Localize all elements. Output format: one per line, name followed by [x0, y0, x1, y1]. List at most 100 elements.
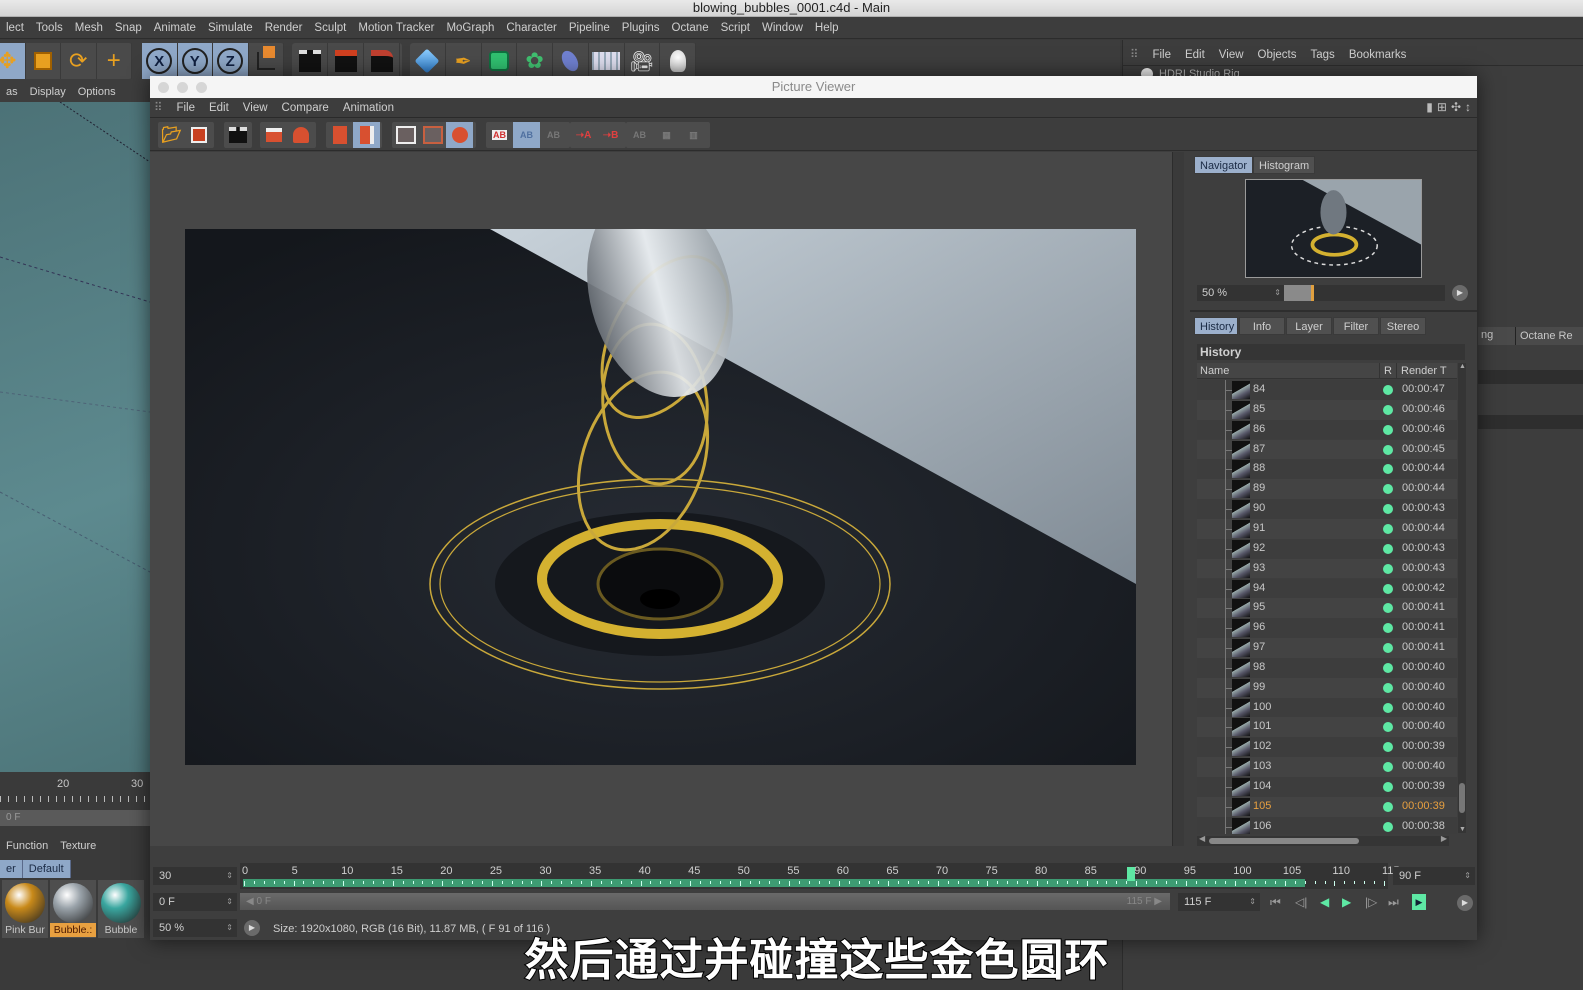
menu-item-window[interactable]: Window [756, 17, 809, 39]
history-row[interactable]: 103 00:00:40 [1197, 757, 1457, 778]
history-vertical-scrollbar[interactable]: ▲ ▼ [1458, 363, 1466, 833]
menu-item-tools[interactable]: Tools [30, 17, 69, 39]
swap-ab-button[interactable]: AB [626, 122, 653, 148]
filter-list-button[interactable] [353, 122, 380, 148]
history-row[interactable]: 95 00:00:41 [1197, 598, 1457, 619]
close-button[interactable] [158, 82, 169, 93]
divider[interactable] [1172, 152, 1184, 846]
scroll-left-icon[interactable]: ◀ [1199, 834, 1205, 843]
hscroll-thumb[interactable] [1209, 838, 1359, 844]
pv-menu-file[interactable]: File [169, 98, 202, 118]
render-picture-viewer-button[interactable] [328, 43, 364, 79]
object-menu-tags[interactable]: Tags [1304, 44, 1342, 66]
loop-button[interactable]: ▶ [1412, 894, 1426, 910]
end-frame-field[interactable]: 115 F ⇕ [1178, 893, 1260, 911]
tab-history[interactable]: History [1194, 317, 1238, 335]
timeline-menu-button[interactable]: ▶ [1457, 895, 1473, 911]
ab-disabled-button[interactable]: AB [540, 122, 567, 148]
cube-button[interactable] [410, 43, 446, 79]
tab-stereo[interactable]: Stereo [1380, 317, 1426, 335]
render-view-button[interactable] [292, 43, 328, 79]
minimize-button[interactable] [177, 82, 188, 93]
history-row[interactable]: 100 00:00:40 [1197, 697, 1457, 718]
delete-button[interactable] [326, 122, 353, 148]
menu-item-plugins[interactable]: Plugins [616, 17, 666, 39]
pen-button[interactable]: ✒ [446, 43, 482, 79]
attr-tab-octane[interactable]: Octane Re [1515, 327, 1583, 345]
history-row[interactable]: 88 00:00:44 [1197, 459, 1457, 480]
scroll-right-icon[interactable]: ▶ [1441, 834, 1447, 843]
history-row[interactable]: 87 00:00:45 [1197, 439, 1457, 460]
navigator-zoom-slider[interactable] [1284, 285, 1445, 301]
deformer-button[interactable] [553, 43, 589, 79]
next-frame-button[interactable]: |▷ [1365, 895, 1377, 909]
material-swatch[interactable]: Bubble [98, 880, 144, 938]
frame-range-slider[interactable]: ◀ 0 F 115 F ▶ [240, 893, 1170, 910]
menu-item-lect[interactable]: lect [0, 17, 30, 39]
open-button[interactable]: 📂︎ [158, 122, 185, 148]
menu-item-snap[interactable]: Snap [109, 17, 148, 39]
y-axis-button[interactable]: Y [177, 43, 213, 79]
frame-ruler[interactable]: 0 5 10 15 20 25 30 35 40 45 50 55 60 65 70 75 80 85 90 95 10… [240, 863, 1400, 889]
set-b-button[interactable]: ➝B [597, 122, 624, 148]
play-forward-button[interactable]: ▶ [1342, 895, 1351, 909]
subdivision-button[interactable] [482, 43, 518, 79]
history-row[interactable]: 90 00:00:43 [1197, 499, 1457, 520]
menu-item-animate[interactable]: Animate [148, 17, 202, 39]
menu-item-motion-tracker[interactable]: Motion Tracker [352, 17, 440, 39]
render-settings-button[interactable] [364, 43, 400, 79]
z-axis-button[interactable]: Z [213, 43, 249, 79]
x-axis-button[interactable]: X [142, 43, 178, 79]
history-row[interactable]: 84 00:00:47 [1197, 380, 1457, 400]
col-name[interactable]: Name [1200, 363, 1229, 379]
object-menu-bookmarks[interactable]: Bookmarks [1342, 44, 1414, 66]
rotate-tool-button[interactable]: ⟳ [61, 43, 97, 79]
history-row[interactable]: 104 00:00:39 [1197, 777, 1457, 797]
image-canvas[interactable] [150, 152, 1172, 846]
history-row[interactable]: 102 00:00:39 [1197, 737, 1457, 758]
start-frame-field[interactable]: 0 F ⇕ [153, 893, 237, 911]
object-menu-edit[interactable]: Edit [1178, 44, 1212, 66]
menu-item-script[interactable]: Script [715, 17, 756, 39]
range-right-arrow-icon[interactable]: ▶ [1154, 896, 1162, 907]
go-to-start-button[interactable]: ⏮ [1270, 895, 1281, 910]
pv-menu-view[interactable]: View [236, 98, 275, 118]
history-row[interactable]: 89 00:00:44 [1197, 479, 1457, 500]
import-button[interactable] [260, 122, 287, 148]
play-backward-button[interactable]: ◀ [1320, 895, 1329, 909]
current-frame-field[interactable]: 90 F ⇕ [1393, 867, 1475, 885]
scale-tool-button[interactable] [26, 43, 61, 79]
menu-item-render[interactable]: Render [259, 17, 309, 39]
resize-icon[interactable]: ↕ [1465, 100, 1471, 114]
history-row[interactable]: 94 00:00:42 [1197, 578, 1457, 599]
history-row[interactable]: 92 00:00:43 [1197, 538, 1457, 559]
material-menu-texture[interactable]: Texture [54, 836, 102, 856]
object-menu-file[interactable]: File [1145, 44, 1178, 66]
col-render-time[interactable]: Render T [1396, 363, 1447, 379]
coordinate-system-button[interactable] [249, 43, 284, 79]
tab-navigator[interactable]: Navigator [1194, 156, 1254, 174]
slider-handle[interactable] [1311, 285, 1315, 301]
save-button[interactable] [185, 122, 212, 148]
col-r[interactable]: R [1379, 363, 1392, 379]
material-swatch[interactable]: Pink Bur [2, 880, 48, 938]
add-tool-button[interactable]: + [97, 43, 132, 79]
object-menu-view[interactable]: View [1212, 44, 1251, 66]
fps-field[interactable]: 30 ⇕ [153, 867, 237, 885]
history-row[interactable]: 99 00:00:40 [1197, 677, 1457, 698]
display-region-button[interactable] [419, 122, 446, 148]
history-row[interactable]: 86 00:00:46 [1197, 419, 1457, 440]
scroll-thumb[interactable] [1459, 783, 1465, 813]
history-horizontal-scrollbar[interactable]: ◀ ▶ [1197, 834, 1449, 846]
light-button[interactable] [660, 43, 696, 79]
single-view-icon[interactable]: ▮ [1426, 100, 1433, 114]
history-row[interactable]: 91 00:00:44 [1197, 518, 1457, 539]
menu-item-mesh[interactable]: Mesh [69, 17, 109, 39]
tab-filter[interactable]: Filter [1333, 317, 1379, 335]
pv-menu-edit[interactable]: Edit [202, 98, 236, 118]
material-menu-function[interactable]: Function [0, 836, 54, 856]
menu-item-mograph[interactable]: MoGraph [440, 17, 500, 39]
floor-button[interactable] [589, 43, 625, 79]
viewport-menu-options[interactable]: Options [72, 82, 122, 102]
camera-button[interactable]: 🎥︎ [625, 43, 661, 79]
